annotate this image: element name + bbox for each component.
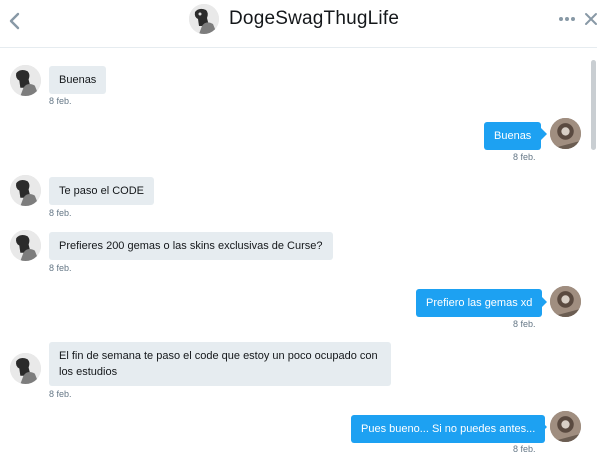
message-bubble[interactable]: El fin de semana te paso el code que est… xyxy=(49,342,391,386)
profile-photo-icon xyxy=(189,4,219,34)
close-icon[interactable] xyxy=(584,11,597,27)
profile-photo-icon xyxy=(550,411,581,442)
avatar[interactable] xyxy=(10,65,41,96)
message-bubble[interactable]: Prefieres 200 gemas o las skins exclusiv… xyxy=(49,232,333,260)
message-timestamp: 8 feb. xyxy=(513,152,536,162)
message-bubble[interactable]: Buenas xyxy=(484,122,542,150)
avatar[interactable] xyxy=(550,411,581,442)
profile-photo-icon xyxy=(10,230,41,261)
message-timestamp: 8 feb. xyxy=(49,263,72,273)
scrollbar[interactable] xyxy=(591,60,596,150)
chevron-left-icon[interactable] xyxy=(6,11,24,31)
avatar[interactable] xyxy=(10,353,41,384)
message-bubble[interactable]: Pues bueno... Si no puedes antes... xyxy=(351,415,546,443)
bubble-tail xyxy=(541,421,547,433)
message-timestamp: 8 feb. xyxy=(49,389,72,399)
conversation-header: DogeSwagThugLife xyxy=(0,0,597,48)
conversation-title[interactable]: DogeSwagThugLife xyxy=(229,8,399,30)
profile-photo-icon xyxy=(10,175,41,206)
profile-photo-icon xyxy=(550,286,581,317)
message-timestamp: 8 feb. xyxy=(49,96,72,106)
profile-photo-icon xyxy=(550,118,581,149)
avatar[interactable] xyxy=(550,118,581,149)
message-timestamp: 8 feb. xyxy=(513,444,536,454)
message-timestamp: 8 feb. xyxy=(513,319,536,329)
bubble-tail xyxy=(541,296,547,308)
message-bubble[interactable]: Buenas xyxy=(49,66,107,94)
avatar[interactable] xyxy=(550,286,581,317)
profile-photo-icon xyxy=(10,353,41,384)
message-bubble[interactable]: Prefiero las gemas xd xyxy=(416,289,543,317)
avatar[interactable] xyxy=(10,175,41,206)
message-bubble[interactable]: Te paso el CODE xyxy=(49,177,154,205)
avatar[interactable] xyxy=(189,4,219,34)
profile-photo-icon xyxy=(10,65,41,96)
avatar[interactable] xyxy=(10,230,41,261)
more-icon[interactable] xyxy=(558,13,576,25)
message-timestamp: 8 feb. xyxy=(49,208,72,218)
bubble-tail xyxy=(541,128,547,140)
